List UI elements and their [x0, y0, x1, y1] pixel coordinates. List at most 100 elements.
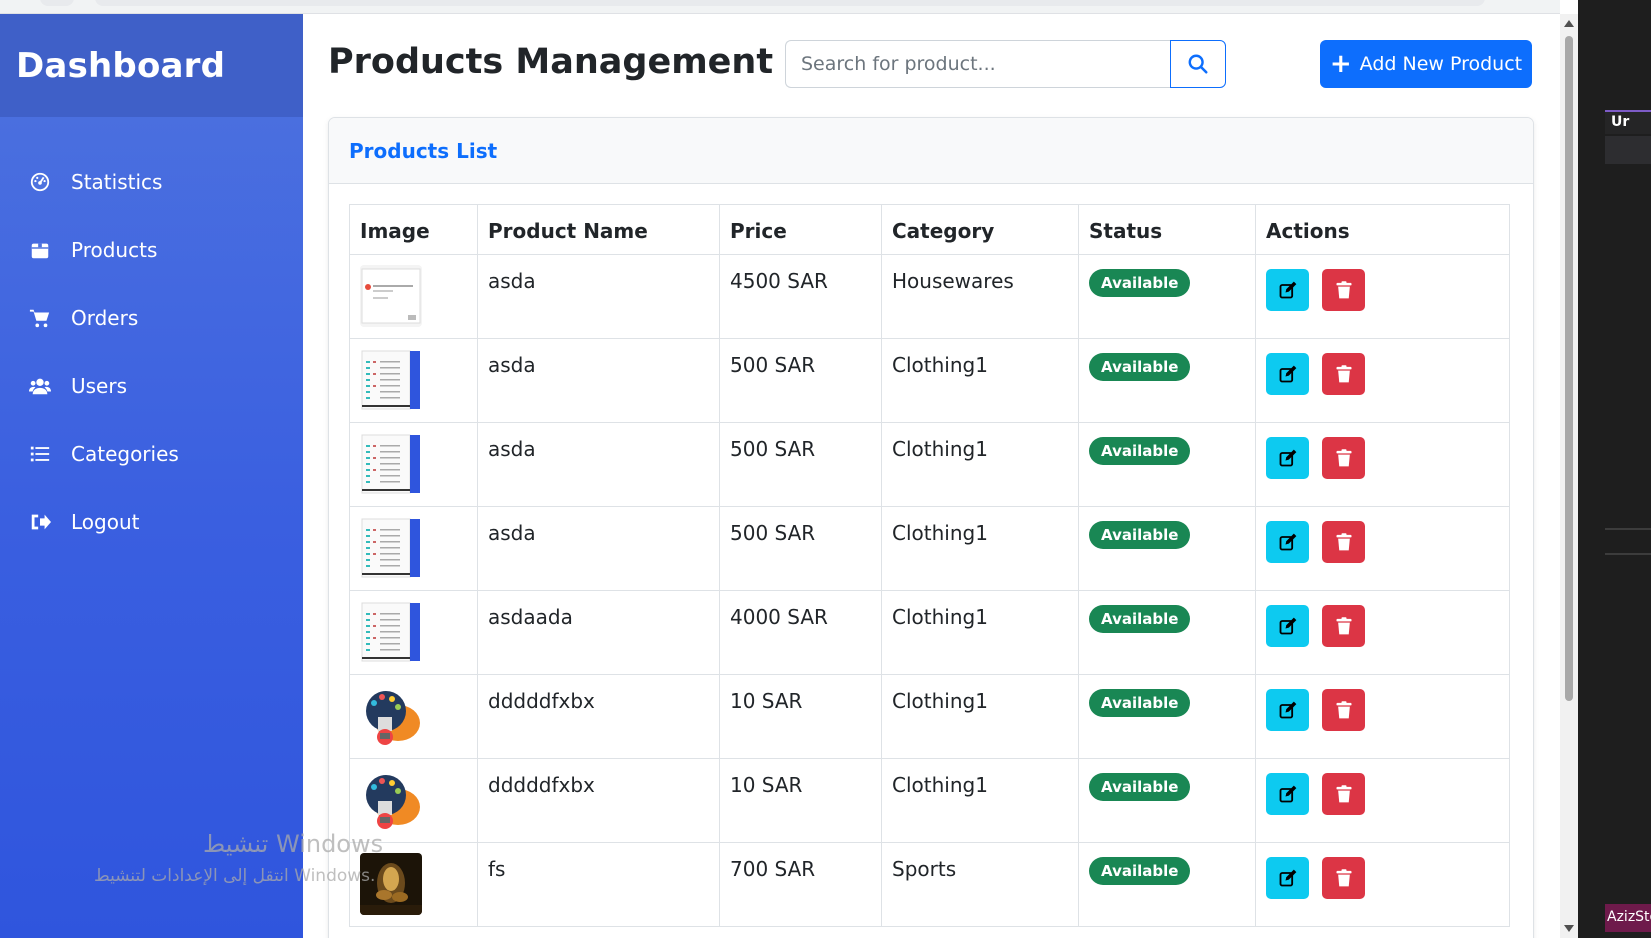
browser-address-bar[interactable] — [95, 0, 1485, 6]
product-name: asda — [477, 506, 720, 591]
editor-side-panel: Ur AzizSto — [1578, 0, 1651, 938]
product-category: Clothing1 — [881, 674, 1079, 759]
edit-button[interactable] — [1266, 689, 1309, 731]
box-icon — [28, 238, 52, 262]
browser-tab-button[interactable] — [40, 0, 74, 6]
search-icon — [1188, 54, 1208, 74]
delete-button[interactable] — [1322, 353, 1365, 395]
product-status-cell: Available — [1078, 590, 1256, 675]
edit-button[interactable] — [1266, 437, 1309, 479]
column-header-image: Image — [349, 204, 478, 255]
product-actions-cell — [1255, 674, 1510, 759]
sidebar-item-statistics[interactable]: Statistics — [0, 148, 303, 216]
edit-button[interactable] — [1266, 773, 1309, 815]
edit-button[interactable] — [1266, 353, 1309, 395]
scroll-up-icon[interactable] — [1564, 20, 1574, 27]
browser-top-strip — [0, 0, 1560, 14]
edit-button[interactable] — [1266, 605, 1309, 647]
edit-icon — [1278, 448, 1298, 468]
brand-title: Dashboard — [16, 45, 226, 86]
scrollbar-thumb[interactable] — [1565, 36, 1573, 701]
product-status-cell: Available — [1078, 674, 1256, 759]
table-row: asda 500 SAR Clothing1 Available — [349, 422, 1510, 507]
delete-button[interactable] — [1322, 689, 1365, 731]
product-category: Clothing1 — [881, 590, 1079, 675]
table-header-row: Image Product Name Price Category Status… — [349, 204, 1510, 255]
sidebar-item-label: Categories — [71, 442, 179, 466]
sidebar-item-logout[interactable]: Logout — [0, 488, 303, 556]
product-actions-cell — [1255, 758, 1510, 843]
product-image-cell — [349, 254, 478, 339]
product-category: Housewares — [881, 254, 1079, 339]
sidebar-item-products[interactable]: Products — [0, 216, 303, 284]
delete-button[interactable] — [1322, 605, 1365, 647]
product-price: 700 SAR — [719, 842, 882, 927]
product-price: 10 SAR — [719, 758, 882, 843]
add-product-button[interactable]: + Add New Product — [1320, 40, 1532, 88]
sidebar-item-label: Logout — [71, 510, 140, 534]
product-status-cell: Available — [1078, 842, 1256, 927]
table-row: dddddfxbx 10 SAR Clothing1 Available — [349, 758, 1510, 843]
panel-divider — [1605, 528, 1651, 530]
plus-icon: + — [1329, 49, 1352, 79]
row-actions — [1266, 689, 1499, 731]
edit-icon — [1278, 280, 1298, 300]
row-actions — [1266, 269, 1499, 311]
activation-watermark-title: تنشيط Windows — [203, 830, 384, 858]
editor-tab[interactable]: Ur — [1605, 110, 1651, 134]
column-header-status: Status — [1078, 204, 1256, 255]
product-image-cell — [349, 338, 478, 423]
delete-button[interactable] — [1322, 773, 1365, 815]
edit-button[interactable] — [1266, 857, 1309, 899]
delete-button[interactable] — [1322, 437, 1365, 479]
edit-icon — [1278, 364, 1298, 384]
delete-button[interactable] — [1322, 521, 1365, 563]
product-actions-cell — [1255, 506, 1510, 591]
table-row: fs 700 SAR Sports Available — [349, 842, 1510, 927]
product-image-cell — [349, 590, 478, 675]
table-row: dddddfxbx 10 SAR Clothing1 Available — [349, 674, 1510, 759]
product-price: 10 SAR — [719, 674, 882, 759]
product-image-cell — [349, 422, 478, 507]
scroll-down-icon[interactable] — [1564, 925, 1574, 932]
delete-button[interactable] — [1322, 269, 1365, 311]
column-header-category: Category — [881, 204, 1079, 255]
product-thumbnail — [360, 433, 422, 495]
trash-icon — [1334, 616, 1354, 636]
table-row: asda 500 SAR Clothing1 Available — [349, 338, 1510, 423]
sidebar-item-label: Statistics — [71, 170, 163, 194]
delete-button[interactable] — [1322, 857, 1365, 899]
product-status-cell: Available — [1078, 422, 1256, 507]
table-body: asda 4500 SAR Housewares Available asda 500 S… — [349, 254, 1510, 927]
edit-icon — [1278, 616, 1298, 636]
products-table-wrap: Image Product Name Price Category Status… — [349, 204, 1510, 927]
trash-icon — [1334, 784, 1354, 804]
product-thumbnail — [360, 601, 422, 663]
edit-button[interactable] — [1266, 269, 1309, 311]
sidebar-item-orders[interactable]: Orders — [0, 284, 303, 352]
sidebar-brand[interactable]: Dashboard — [0, 14, 303, 117]
product-price: 500 SAR — [719, 338, 882, 423]
row-actions — [1266, 773, 1499, 815]
sidebar-item-label: Orders — [71, 306, 139, 330]
product-image-cell — [349, 674, 478, 759]
row-actions — [1266, 521, 1499, 563]
page-scrollbar[interactable] — [1560, 14, 1578, 938]
product-image-cell — [349, 506, 478, 591]
taskbar-app-label[interactable]: AzizSto — [1605, 904, 1651, 932]
column-header-name: Product Name — [477, 204, 720, 255]
page-title: Products Management — [328, 42, 774, 82]
table-row: asda 4500 SAR Housewares Available — [349, 254, 1510, 339]
search-button[interactable] — [1170, 40, 1226, 88]
product-name: asdaada — [477, 590, 720, 675]
sidebar-item-categories[interactable]: Categories — [0, 420, 303, 488]
gauge-icon — [28, 170, 52, 194]
sidebar-item-users[interactable]: Users — [0, 352, 303, 420]
trash-icon — [1334, 364, 1354, 384]
panel-divider — [1605, 553, 1651, 555]
edit-button[interactable] — [1266, 521, 1309, 563]
product-thumbnail — [360, 517, 422, 579]
card-title: Products List — [349, 138, 498, 163]
search-input[interactable] — [785, 40, 1170, 88]
product-name: dddddfxbx — [477, 674, 720, 759]
